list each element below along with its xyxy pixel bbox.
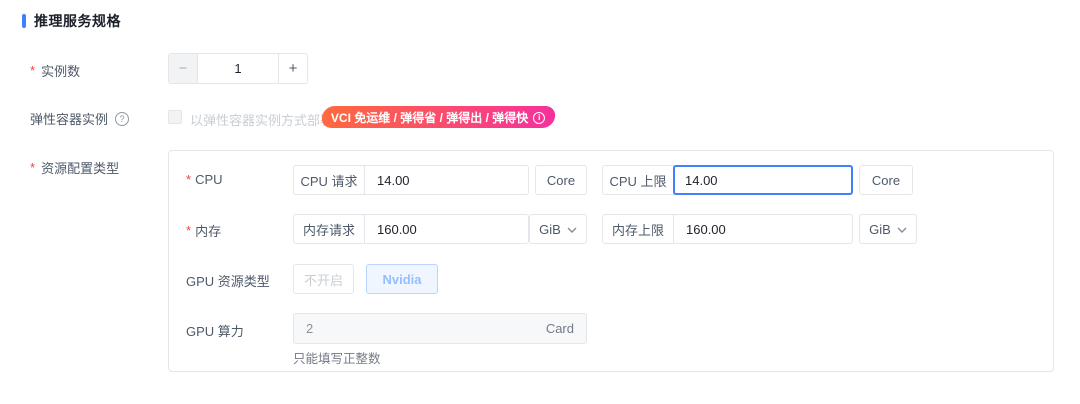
stepper-minus-button[interactable]: − — [169, 54, 198, 83]
plus-icon: + — [289, 60, 298, 77]
gpu-type-off-label: 不开启 — [304, 270, 343, 289]
cpu-limit-unit: Core — [859, 165, 913, 195]
stepper-plus-button[interactable]: + — [278, 54, 307, 83]
gpu-type-row-label: GPU 资源类型 — [186, 271, 270, 290]
memory-request-group: 内存请求 — [293, 214, 529, 244]
vci-badge-text: VCI 免运维 / 弹得省 / 弹得出 / 弹得快 — [331, 109, 528, 126]
cpu-limit-unit-text: Core — [872, 173, 900, 188]
required-mark: * — [186, 172, 191, 187]
minus-icon: − — [179, 60, 188, 77]
gpu-power-unit: Card — [546, 321, 574, 336]
gpu-power-label-text: GPU 算力 — [186, 321, 244, 340]
cpu-limit-prefix: CPU 上限 — [603, 166, 674, 194]
cpu-request-unit: Core — [535, 165, 587, 195]
help-icon[interactable]: ? — [115, 112, 129, 126]
gpu-power-input[interactable] — [306, 321, 486, 336]
memory-limit-unit-select[interactable]: GiB — [859, 214, 917, 244]
section-accent-bar — [22, 14, 26, 28]
cpu-row-label: * CPU — [186, 172, 223, 187]
vci-promo-badge: VCI 免运维 / 弹得省 / 弹得出 / 弹得快 i — [320, 106, 556, 128]
cpu-limit-input[interactable] — [675, 173, 851, 188]
memory-request-unit-text: GiB — [539, 222, 561, 237]
gpu-power-row-label: GPU 算力 — [186, 321, 244, 340]
gpu-type-label-text: GPU 资源类型 — [186, 271, 270, 290]
info-icon[interactable]: i — [533, 111, 545, 123]
instance-count-stepper: − + — [168, 53, 308, 84]
instances-label-text: 实例数 — [41, 61, 80, 80]
gpu-type-nvidia-button[interactable]: Nvidia — [366, 264, 438, 294]
memory-limit-input[interactable] — [674, 222, 852, 237]
vci-checkbox-label: 以弹性容器实例方式部署 — [190, 110, 333, 129]
memory-request-prefix: 内存请求 — [294, 215, 365, 243]
memory-row-label: * 内存 — [186, 221, 221, 240]
vci-checkbox[interactable] — [168, 110, 182, 124]
memory-limit-field — [674, 215, 852, 243]
required-mark: * — [186, 223, 191, 238]
chevron-down-icon — [567, 227, 577, 233]
memory-request-field — [365, 215, 528, 243]
resource-config-label: * 资源配置类型 — [30, 158, 119, 177]
chevron-down-icon — [897, 227, 907, 233]
gpu-type-nvidia-label: Nvidia — [382, 272, 421, 287]
vci-label: 弹性容器实例 ? — [30, 109, 129, 128]
instance-count-input[interactable] — [198, 54, 278, 83]
memory-request-unit-select[interactable]: GiB — [529, 214, 587, 244]
memory-label-text: 内存 — [195, 221, 221, 240]
instances-label: * 实例数 — [30, 61, 80, 80]
cpu-request-unit-text: Core — [547, 173, 575, 188]
section-title: 推理服务规格 — [34, 11, 121, 31]
memory-limit-unit-text: GiB — [869, 222, 891, 237]
gpu-power-field: Card — [293, 313, 587, 344]
gpu-type-off-button[interactable]: 不开启 — [293, 264, 354, 294]
gpu-power-helper-text: 只能填写正整数 — [293, 348, 381, 367]
cpu-label-text: CPU — [195, 172, 222, 187]
cpu-request-input[interactable] — [365, 173, 528, 188]
cpu-request-field — [365, 166, 528, 194]
section-header: 推理服务规格 — [22, 11, 121, 31]
instance-count-field — [198, 54, 278, 83]
required-mark: * — [30, 160, 35, 175]
resource-config-label-text: 资源配置类型 — [41, 158, 119, 177]
vci-label-text: 弹性容器实例 — [30, 109, 108, 128]
cpu-request-prefix: CPU 请求 — [294, 166, 365, 194]
cpu-request-group: CPU 请求 — [293, 165, 529, 195]
cpu-limit-field-focused — [673, 165, 853, 195]
required-mark: * — [30, 63, 35, 78]
cpu-limit-group: CPU 上限 — [602, 165, 853, 195]
memory-request-input[interactable] — [365, 222, 528, 237]
memory-limit-group: 内存上限 — [602, 214, 853, 244]
memory-limit-prefix: 内存上限 — [603, 215, 674, 243]
inference-spec-form: 推理服务规格 * 实例数 − + 弹性容器实例 ? 以弹性容器实例方式部署 VC… — [0, 0, 1080, 404]
resource-config-panel: * CPU CPU 请求 Core CPU 上限 Core * 内存 内存请求 — [168, 150, 1054, 372]
